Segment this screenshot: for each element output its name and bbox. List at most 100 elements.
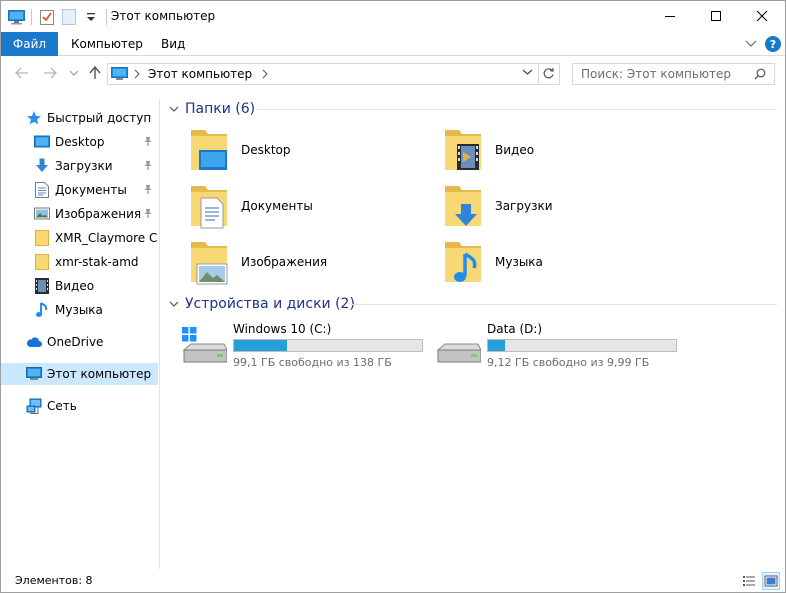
pin-icon[interactable] <box>143 208 153 222</box>
expand-ribbon-icon[interactable] <box>745 37 757 51</box>
sidebar-item-downloads[interactable]: Загрузки <box>1 155 158 177</box>
maximize-button[interactable] <box>693 1 739 31</box>
search-icon[interactable] <box>754 68 766 80</box>
music-folder-icon <box>445 242 481 282</box>
tab-view[interactable]: Вид <box>161 32 185 56</box>
videos-icon <box>34 278 50 294</box>
pictures-folder-icon <box>191 242 228 285</box>
sidebar-item-this-pc[interactable]: Этот компьютер <box>1 363 158 385</box>
group-title: Устройства и диски (2) <box>185 296 355 312</box>
chevron-down-icon[interactable] <box>169 101 179 117</box>
up-arrow-icon <box>89 66 101 79</box>
window-controls <box>647 1 785 31</box>
sidebar-item-quick-access[interactable]: Быстрый доступ <box>1 107 158 129</box>
tab-computer[interactable]: Компьютер <box>71 32 143 56</box>
help-icon[interactable]: ? <box>765 36 781 52</box>
new-folder-icon[interactable] <box>60 8 78 26</box>
sidebar-item-label: Быстрый доступ <box>47 111 152 125</box>
tiles-view-button[interactable] <box>762 572 780 590</box>
view-switcher <box>735 572 780 590</box>
chevron-down-icon[interactable] <box>169 296 179 312</box>
drive-name: Windows 10 (C:) <box>233 322 332 336</box>
computer-icon <box>111 67 128 81</box>
breadcrumb-chevron-icon[interactable] <box>262 69 268 79</box>
drive-usage-fill <box>488 340 505 351</box>
computer-icon <box>26 366 42 382</box>
sidebar-item-label: Документы <box>55 183 127 197</box>
search-input[interactable] <box>581 67 751 81</box>
tiles-view-icon <box>764 575 778 587</box>
recent-locations-button[interactable] <box>65 65 83 81</box>
back-button[interactable] <box>13 65 31 81</box>
pictures-icon <box>34 206 50 222</box>
folder-tile-desktop[interactable]: Desktop <box>185 124 435 176</box>
ribbon-right-controls: ? <box>745 36 781 52</box>
folder-tile-downloads[interactable]: Загрузки <box>439 180 689 232</box>
tile-label: Desktop <box>241 143 291 157</box>
folder-tile-pictures[interactable]: Изображения <box>185 236 435 288</box>
group-title: Папки (6) <box>185 101 256 117</box>
details-view-button[interactable] <box>741 573 757 589</box>
documents-folder-icon <box>191 186 227 229</box>
computer-icon[interactable] <box>7 8 25 26</box>
downloads-icon <box>34 158 50 174</box>
sidebar-item-documents[interactable]: Документы <box>1 179 158 201</box>
sidebar-item-label: Видео <box>55 279 95 293</box>
sidebar-item-desktop[interactable]: Desktop <box>1 131 158 153</box>
sidebar-item-xmr-claymore[interactable]: XMR_Claymore Cry <box>1 227 158 249</box>
drive-tile-d[interactable]: Data (D:) 9,12 ГБ свободно из 9,99 ГБ <box>435 322 695 374</box>
sidebar-item-videos[interactable]: Видео <box>1 275 158 297</box>
forward-button[interactable] <box>41 65 59 81</box>
videos-folder-icon <box>445 130 481 170</box>
sidebar-item-label: Сеть <box>47 399 77 413</box>
breadcrumb-chevron-icon[interactable] <box>134 69 140 79</box>
address-dropdown-icon[interactable] <box>522 68 533 76</box>
drive-usage-fill <box>234 340 287 351</box>
pin-icon[interactable] <box>143 136 153 150</box>
folder-icon <box>34 230 50 246</box>
folder-tile-documents[interactable]: Документы <box>185 180 435 232</box>
title-bar: Этот компьютер <box>1 1 785 32</box>
chevron-down-icon <box>69 70 79 76</box>
cloud-icon <box>26 334 42 350</box>
sidebar-item-label: Desktop <box>55 135 105 149</box>
tile-label: Видео <box>495 143 535 157</box>
content-pane: Папки (6) Desktop Видео Документы Загруз… <box>161 93 785 569</box>
close-button[interactable] <box>739 1 785 31</box>
drive-free-space: 9,12 ГБ свободно из 9,99 ГБ <box>487 356 650 369</box>
sidebar-item-label: Этот компьютер <box>47 367 152 381</box>
pin-icon[interactable] <box>143 160 153 174</box>
sidebar-item-pictures[interactable]: Изображения <box>1 203 158 225</box>
window-title: Этот компьютер <box>111 9 216 23</box>
drives-group-header[interactable]: Устройства и диски (2) <box>169 294 355 314</box>
address-bar[interactable]: Этот компьютер <box>107 63 560 85</box>
pin-icon[interactable] <box>143 184 153 198</box>
sidebar-item-xmr-stak-amd[interactable]: xmr-stak-amd <box>1 251 158 273</box>
folder-tile-videos[interactable]: Видео <box>439 124 689 176</box>
sidebar-item-label: Загрузки <box>55 159 113 173</box>
maximize-icon <box>711 11 721 21</box>
music-icon <box>34 302 50 318</box>
folder-tile-music[interactable]: Музыка <box>439 236 689 288</box>
sidebar-item-label: Изображения <box>55 207 142 221</box>
drive-free-space: 99,1 ГБ свободно из 138 ГБ <box>233 356 392 369</box>
folder-icon <box>34 254 50 270</box>
sidebar-item-onedrive[interactable]: OneDrive <box>1 331 158 353</box>
sidebar-item-label: OneDrive <box>47 335 104 349</box>
back-arrow-icon <box>15 67 28 79</box>
sidebar-item-network[interactable]: Сеть <box>1 395 158 417</box>
refresh-icon[interactable] <box>542 67 555 80</box>
sidebar-item-label: xmr-stak-amd <box>55 255 139 269</box>
properties-icon[interactable] <box>38 8 56 26</box>
navigation-bar: Этот компьютер <box>1 57 785 89</box>
folders-group-header[interactable]: Папки (6) <box>169 99 255 119</box>
tab-file[interactable]: Файл <box>1 32 58 56</box>
sidebar-item-music[interactable]: Музыка <box>1 299 158 321</box>
system-drive-icon <box>182 327 227 363</box>
breadcrumb[interactable]: Этот компьютер <box>148 67 252 81</box>
customize-dropdown-icon[interactable] <box>82 8 100 26</box>
up-button[interactable] <box>86 65 104 81</box>
search-box[interactable] <box>572 63 775 85</box>
drive-tile-c[interactable]: Windows 10 (C:) 99,1 ГБ свободно из 138 … <box>181 322 441 374</box>
minimize-button[interactable] <box>647 1 693 31</box>
